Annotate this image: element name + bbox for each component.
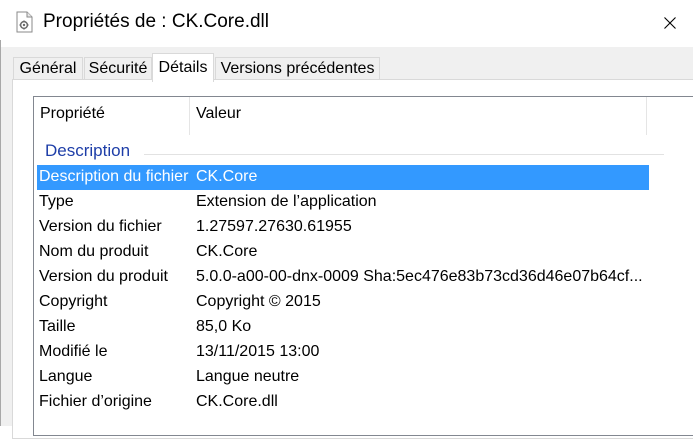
property-name: Version du fichier	[39, 218, 162, 235]
property-value: CK.Core	[196, 168, 258, 185]
list-item[interactable]: Langue Langue neutre	[37, 365, 649, 390]
list-header: Propriété Valeur	[34, 97, 693, 135]
property-value: 13/11/2015 13:00	[196, 343, 320, 360]
property-name: Taille	[39, 318, 76, 335]
property-value: CK.Core	[196, 243, 258, 260]
property-value: 85,0 Ko	[196, 318, 252, 335]
property-name: Langue	[39, 368, 93, 385]
property-name: Fichier d’origine	[39, 393, 152, 410]
window-title: Propriétés de : CK.Core.dll	[43, 11, 269, 32]
list-item[interactable]: Taille 85,0 Ko	[37, 315, 649, 340]
property-value: Langue neutre	[196, 368, 300, 385]
property-name: Type	[39, 193, 74, 210]
list-item[interactable]: Version du produit 5.0.0-a00-00-dnx-0009…	[37, 265, 649, 290]
tab-versions-precedentes[interactable]: Versions précédentes	[215, 57, 380, 79]
list-rows: Description du fichier CK.Core Type Exte…	[37, 165, 649, 415]
list-item[interactable]: Version du fichier 1.27597.27630.61955	[37, 215, 649, 240]
close-icon	[664, 17, 676, 29]
property-value: Extension de l’application	[196, 193, 377, 210]
details-tab-page: Propriété Valeur Description Description…	[12, 79, 693, 439]
property-value: CK.Core.dll	[196, 393, 278, 410]
properties-window: Propriétés de : CK.Core.dll Général Sécu…	[0, 0, 693, 439]
tab-general[interactable]: Général	[13, 57, 83, 79]
column-header-property[interactable]: Propriété	[40, 105, 105, 123]
dll-file-icon	[13, 11, 35, 33]
property-name: Nom du produit	[39, 243, 149, 260]
dialog-body: Général Sécurité Détails Versions précéd…	[1, 47, 693, 439]
list-item[interactable]: Fichier d’origine CK.Core.dll	[37, 390, 649, 415]
list-item[interactable]: Modifié le 13/11/2015 13:00	[37, 340, 649, 365]
list-item[interactable]: Nom du produit CK.Core	[37, 240, 649, 265]
property-name: Version du produit	[39, 268, 168, 285]
list-item[interactable]: Copyright Copyright © 2015	[37, 290, 649, 315]
list-item[interactable]: Type Extension de l’application	[37, 190, 649, 215]
property-value: 5.0.0-a00-00-dnx-0009 Sha:5ec476e83b73cd…	[196, 268, 643, 285]
property-value: 1.27597.27630.61955	[196, 218, 352, 235]
column-divider[interactable]	[646, 97, 647, 135]
column-divider[interactable]	[189, 97, 190, 135]
property-value: Copyright © 2015	[196, 293, 321, 310]
title-bar[interactable]: Propriétés de : CK.Core.dll	[0, 0, 693, 47]
property-name: Copyright	[39, 293, 108, 310]
group-divider	[144, 154, 664, 155]
list-item-selected[interactable]: Description du fichier CK.Core	[37, 165, 649, 190]
tab-securite[interactable]: Sécurité	[84, 57, 152, 79]
close-button[interactable]	[650, 6, 690, 40]
column-header-value[interactable]: Valeur	[196, 105, 241, 123]
property-name: Description du fichier	[39, 168, 189, 185]
property-name: Modifié le	[39, 343, 108, 360]
tab-details[interactable]: Détails	[152, 53, 214, 82]
group-header-description: Description	[45, 141, 131, 160]
properties-list[interactable]: Propriété Valeur Description Description…	[33, 96, 693, 436]
